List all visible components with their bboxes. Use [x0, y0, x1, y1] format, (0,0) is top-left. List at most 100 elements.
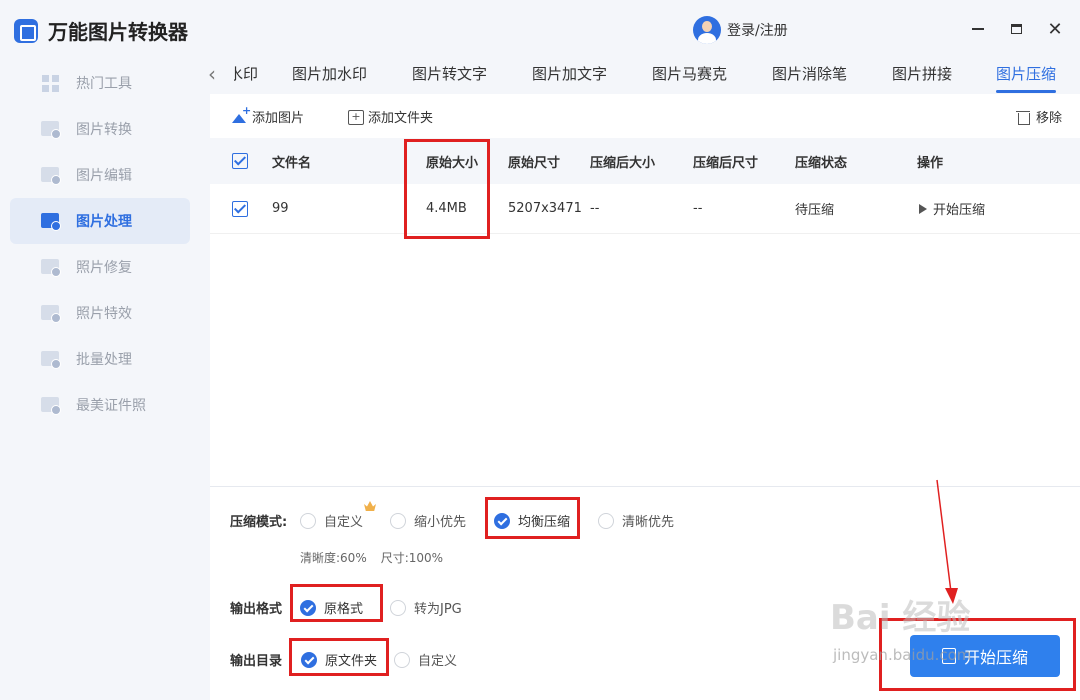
format-label: 输出格式 [230, 602, 283, 617]
login-button[interactable]: 登录/注册 [693, 16, 788, 44]
sidebar-item-photo-effect[interactable]: 照片特效 [10, 290, 190, 336]
sidebar-item-label: 照片修复 [76, 260, 132, 276]
start-compress-label: 开始压缩 [963, 648, 1028, 667]
app-title: 万能图片转换器 [48, 20, 188, 44]
tab-eraser[interactable]: 图片消除笔 [772, 63, 847, 84]
clarity-value: 清晰度:60% [300, 551, 367, 565]
sidebar-item-label: 最美证件照 [76, 398, 146, 414]
col-status: 压缩状态 [795, 155, 848, 171]
select-all-checkbox[interactable] [232, 153, 248, 169]
title-bar: 登录/注册 ✕ [200, 0, 1080, 52]
mode-custom-radio[interactable]: 自定义 [300, 511, 363, 530]
mode-shrink-radio[interactable]: 缩小优先 [390, 511, 466, 530]
tab-stitch[interactable]: 图片拼接 [892, 63, 952, 84]
row-filename: 99 [272, 201, 289, 216]
image-convert-icon [40, 119, 62, 139]
dir-original-label: 原文件夹 [325, 654, 378, 669]
tab-prev-icon[interactable]: ‹ [208, 62, 216, 86]
radio-icon [394, 651, 410, 668]
file-table: 文件名 原始大小 原始尺寸 压缩后大小 压缩后尺寸 压缩状态 操作 99 4.4… [210, 138, 1080, 234]
tool-tabs: ‹ 水印 图片加水印 图片转文字 图片加文字 图片马赛克 图片消除笔 图片拼接 … [200, 52, 1080, 94]
sidebar-item-label: 批量处理 [76, 352, 132, 368]
sidebar-item-label: 图片转换 [76, 122, 132, 138]
app-logo-icon [14, 18, 38, 43]
radio-icon [598, 512, 614, 529]
tab-mosaic[interactable]: 图片马赛克 [652, 63, 727, 84]
sidebar-item-label: 图片编辑 [76, 168, 132, 184]
format-original-radio[interactable]: 原格式 [300, 598, 363, 617]
compress-icon [941, 648, 956, 664]
add-folder-button[interactable]: 添加文件夹 [348, 107, 433, 126]
row-start-compress-button[interactable]: 开始压缩 [919, 184, 985, 233]
remove-label: 移除 [1036, 111, 1063, 126]
tab-add-text[interactable]: 图片加文字 [532, 63, 607, 84]
tab-compress[interactable]: 图片压缩 [996, 63, 1057, 93]
format-jpg-label: 转为JPG [414, 602, 462, 617]
tab-watermark-partial[interactable]: 水印 [234, 63, 258, 84]
col-original-size: 原始大小 [426, 155, 479, 171]
add-image-icon [232, 104, 251, 124]
table-row[interactable]: 99 4.4MB 5207x3471 -- -- 待压缩 开始压缩 [210, 184, 1080, 234]
format-jpg-radio[interactable]: 转为JPG [390, 598, 462, 617]
sidebar-item-image-convert[interactable]: 图片转换 [10, 106, 190, 152]
remove-button[interactable]: 移除 [1016, 107, 1062, 126]
dir-label: 输出目录 [230, 654, 283, 669]
row-original-size: 4.4MB [426, 201, 467, 216]
image-edit-icon [40, 165, 62, 185]
add-folder-icon [348, 109, 364, 125]
add-image-label: 添加图片 [252, 111, 305, 126]
sidebar-item-batch[interactable]: 批量处理 [10, 336, 190, 382]
sidebar-item-label: 照片特效 [76, 306, 132, 322]
add-image-button[interactable]: 添加图片 [232, 104, 305, 126]
maximize-button[interactable] [1003, 16, 1029, 42]
sidebar: 万能图片转换器 热门工具 图片转换 图片编辑 图片处理 照片修复 照片特效 批量… [0, 0, 200, 700]
radio-checked-icon [301, 651, 317, 668]
tab-add-watermark[interactable]: 图片加水印 [292, 63, 367, 84]
dir-custom-label: 自定义 [418, 654, 458, 669]
mode-hint: 清晰度:60% 尺寸:100% [300, 549, 443, 566]
dir-custom-radio[interactable]: 自定义 [394, 650, 457, 669]
image-process-icon [40, 211, 62, 231]
row-status: 待压缩 [795, 203, 835, 218]
close-icon: ✕ [1047, 18, 1063, 40]
sidebar-item-hot-tools[interactable]: 热门工具 [10, 60, 190, 106]
mode-balanced-label: 均衡压缩 [518, 515, 571, 530]
size-value: 尺寸:100% [380, 551, 444, 565]
row-checkbox[interactable] [232, 200, 248, 217]
sidebar-nav: 热门工具 图片转换 图片编辑 图片处理 照片修复 照片特效 批量处理 最美证件照 [10, 60, 190, 428]
mode-clarity-label: 清晰优先 [622, 515, 675, 530]
mode-clarity-radio[interactable]: 清晰优先 [598, 511, 674, 530]
play-icon [919, 203, 927, 214]
photo-effect-icon [40, 303, 62, 323]
minimize-button[interactable] [965, 16, 991, 42]
login-label: 登录/注册 [727, 23, 788, 39]
row-compressed-size: -- [590, 201, 600, 216]
minimize-icon [972, 28, 984, 30]
mode-balanced-radio[interactable]: 均衡压缩 [494, 511, 570, 530]
row-original-dims: 5207x3471 [508, 201, 582, 216]
table-header: 文件名 原始大小 原始尺寸 压缩后大小 压缩后尺寸 压缩状态 操作 [210, 138, 1080, 184]
sidebar-item-label: 图片处理 [76, 214, 132, 230]
photo-repair-icon [40, 257, 62, 277]
file-toolbar: 添加图片 添加文件夹 移除 [210, 94, 1080, 138]
format-original-label: 原格式 [324, 602, 364, 617]
radio-icon [390, 599, 406, 616]
dir-original-radio[interactable]: 原文件夹 [301, 650, 377, 669]
grid-icon [40, 73, 62, 93]
sidebar-item-image-process[interactable]: 图片处理 [10, 198, 190, 244]
sidebar-item-photo-repair[interactable]: 照片修复 [10, 244, 190, 290]
radio-checked-icon [300, 599, 316, 616]
start-compress-button[interactable]: 开始压缩 [910, 635, 1060, 677]
batch-icon [40, 349, 62, 369]
sidebar-item-image-edit[interactable]: 图片编辑 [10, 152, 190, 198]
mode-label: 压缩模式: [230, 515, 288, 530]
col-original-dims: 原始尺寸 [508, 155, 561, 171]
sidebar-item-id-photo[interactable]: 最美证件照 [10, 382, 190, 428]
mode-shrink-label: 缩小优先 [414, 515, 467, 530]
sidebar-item-label: 热门工具 [76, 76, 132, 92]
col-compressed-size: 压缩后大小 [590, 155, 656, 171]
close-button[interactable]: ✕ [1042, 16, 1068, 42]
tab-image-to-text[interactable]: 图片转文字 [412, 63, 487, 84]
radio-icon [390, 512, 406, 529]
mode-custom-label: 自定义 [324, 515, 364, 530]
